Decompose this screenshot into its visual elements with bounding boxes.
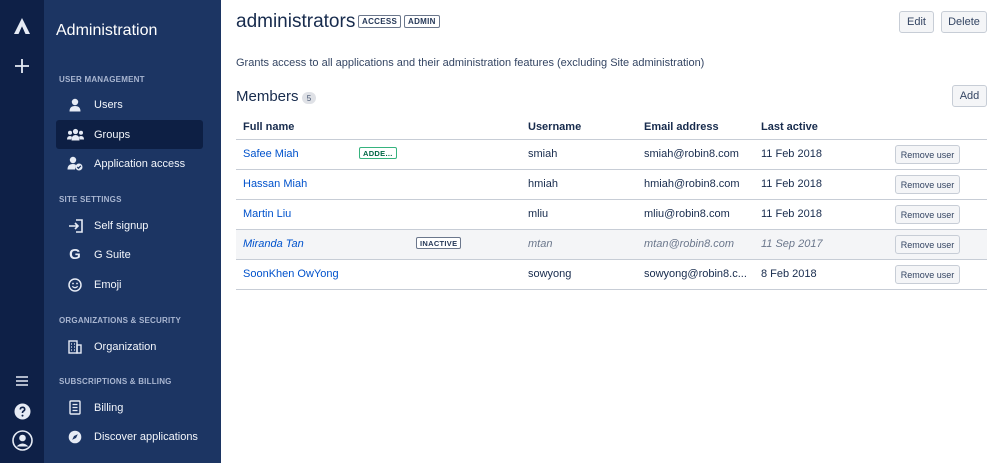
member-email: mliu@robin8.com — [644, 208, 730, 220]
sidebar-item-users[interactable]: Users — [56, 90, 203, 119]
sidebar-item-g-suite[interactable]: G G Suite — [56, 240, 203, 269]
member-last-active: 11 Feb 2018 — [761, 178, 822, 190]
table-row: Martin Liu mliu mliu@robin8.com 11 Feb 2… — [236, 200, 987, 230]
sidebar-item-discover-applications[interactable]: Discover applications — [56, 422, 203, 451]
admin-lozenge: ADMIN — [404, 15, 440, 28]
smiley-icon — [56, 277, 94, 292]
member-username: sowyong — [528, 268, 572, 280]
sidebar-item-organization[interactable]: Organization — [56, 332, 203, 361]
remove-user-button[interactable]: Remove user — [895, 175, 960, 194]
receipt-icon — [56, 400, 94, 415]
sidebar-item-emoji[interactable]: Emoji — [56, 270, 203, 299]
member-name-link[interactable]: Martin Liu — [243, 208, 291, 220]
member-username: mliu — [528, 208, 549, 220]
remove-user-button[interactable]: Remove user — [895, 235, 960, 254]
sidebar-item-label: Self signup — [94, 219, 149, 232]
sidebar-title: Administration — [56, 22, 158, 39]
table-row: Miranda Tan INACTIVE mtan mtan@robin8.co… — [236, 230, 987, 260]
table-header: Full name Username Email address Last ac… — [236, 116, 987, 140]
sidebar-item-label: Discover applications — [94, 430, 198, 443]
section-organizations-security: ORGANIZATIONS & SECURITY — [59, 316, 181, 325]
sidebar-item-label: Organization — [94, 340, 157, 353]
section-user-management: USER MANAGEMENT — [59, 75, 145, 84]
sidebar-item-label: Billing — [94, 401, 124, 414]
column-username[interactable]: Username — [528, 121, 581, 133]
global-navigation-rail — [0, 0, 44, 463]
sidebar-item-label: Users — [94, 98, 123, 111]
added-lozenge: ADDE... — [359, 147, 397, 159]
sidebar-item-self-signup[interactable]: Self signup — [56, 211, 203, 240]
user-check-icon — [56, 156, 94, 171]
access-lozenge: ACCESS — [358, 15, 402, 28]
member-email: sowyong@robin8.c... — [644, 268, 747, 280]
plus-icon[interactable] — [0, 50, 44, 82]
sidebar-item-groups[interactable]: Groups — [56, 120, 203, 149]
member-last-active: 8 Feb 2018 — [761, 268, 817, 280]
member-name-link[interactable]: SoonKhen OwYong — [243, 268, 339, 280]
member-last-active: 11 Feb 2018 — [761, 208, 822, 220]
compass-icon — [56, 430, 94, 444]
members-table: Full name Username Email address Last ac… — [236, 116, 987, 290]
delete-button[interactable]: Delete — [941, 11, 987, 33]
sidebar-item-label: G Suite — [94, 248, 131, 261]
sidebar-item-billing[interactable]: Billing — [56, 393, 203, 422]
member-username: mtan — [528, 238, 553, 250]
member-name-link[interactable]: Safee Miah — [243, 148, 299, 160]
member-username: smiah — [528, 148, 558, 160]
admin-sidebar: Administration USER MANAGEMENT Users Gro… — [44, 0, 221, 463]
members-heading: Members — [236, 88, 299, 105]
members-count-badge: 5 — [302, 92, 316, 104]
user-avatar-icon[interactable] — [0, 424, 44, 456]
section-subscriptions-billing: SUBSCRIPTIONS & BILLING — [59, 377, 172, 386]
building-icon — [56, 339, 94, 354]
table-row: Safee Miah ADDE... smiah smiah@robin8.co… — [236, 140, 987, 170]
column-full-name[interactable]: Full name — [243, 121, 294, 133]
group-detail-page: administrators ACCESS ADMIN Edit Delete … — [221, 0, 999, 463]
section-site-settings: SITE SETTINGS — [59, 195, 122, 204]
member-email: mtan@robin8.com — [644, 238, 735, 250]
member-last-active: 11 Sep 2017 — [761, 238, 823, 250]
column-last-active[interactable]: Last active — [761, 121, 818, 133]
remove-user-button[interactable]: Remove user — [895, 265, 960, 284]
atlassian-logo-icon[interactable] — [0, 10, 44, 42]
sign-in-icon — [56, 218, 94, 233]
member-email: hmiah@robin8.com — [644, 178, 740, 190]
remove-user-button[interactable]: Remove user — [895, 205, 960, 224]
member-name-link[interactable]: Hassan Miah — [243, 178, 307, 190]
inactive-lozenge: INACTIVE — [416, 237, 462, 249]
sidebar-item-application-access[interactable]: Application access — [56, 149, 203, 178]
table-row: SoonKhen OwYong sowyong sowyong@robin8.c… — [236, 260, 987, 290]
sidebar-item-label: Groups — [94, 128, 131, 141]
member-username: hmiah — [528, 178, 558, 190]
group-icon — [56, 128, 94, 141]
edit-button[interactable]: Edit — [899, 11, 934, 33]
sidebar-item-label: Emoji — [94, 278, 122, 291]
member-name-link[interactable]: Miranda Tan — [243, 238, 304, 250]
add-member-button[interactable]: Add — [952, 85, 987, 107]
table-row: Hassan Miah hmiah hmiah@robin8.com 11 Fe… — [236, 170, 987, 200]
help-icon[interactable] — [0, 395, 44, 427]
menu-icon[interactable] — [0, 365, 44, 397]
google-icon: G — [69, 246, 81, 263]
sidebar-item-label: Application access — [94, 157, 186, 170]
member-last-active: 11 Feb 2018 — [761, 148, 822, 160]
group-description: Grants access to all applications and th… — [236, 57, 705, 69]
column-email-address[interactable]: Email address — [644, 121, 719, 133]
page-title: administrators — [236, 11, 356, 32]
remove-user-button[interactable]: Remove user — [895, 145, 960, 164]
user-icon — [56, 98, 94, 112]
member-email: smiah@robin8.com — [644, 148, 739, 160]
